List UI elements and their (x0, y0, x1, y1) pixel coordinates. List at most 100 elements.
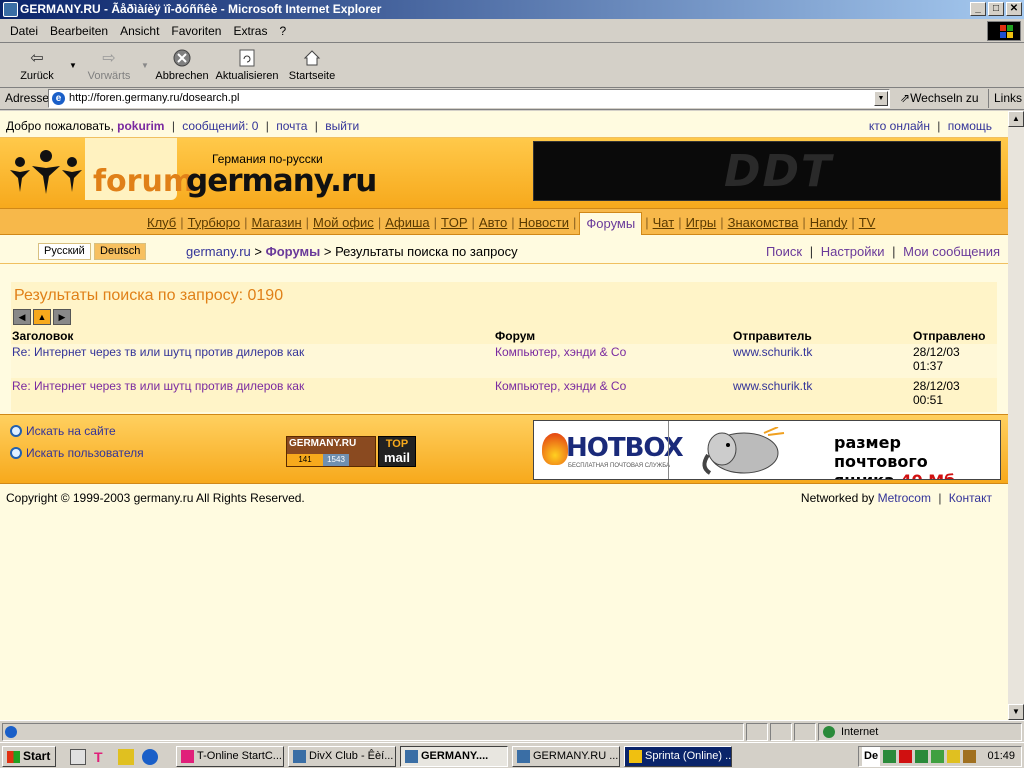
prev-page-button[interactable]: ◀ (13, 309, 31, 325)
task-tonline[interactable]: T-Online StartC... (176, 746, 284, 767)
links-button[interactable]: Links (988, 89, 1022, 108)
quicklaunch-app-icon[interactable] (118, 749, 134, 765)
lang-german-button[interactable]: Deutsch (94, 243, 147, 260)
result-sender-link[interactable]: www.schurik.tk (733, 379, 812, 393)
tray-icon[interactable] (915, 750, 928, 763)
nav-item[interactable]: Магазин (250, 215, 302, 230)
vertical-scrollbar[interactable]: ▲ ▼ (1008, 111, 1024, 720)
username-link[interactable]: pokurim (117, 119, 164, 133)
status-bar: Internet (0, 720, 1024, 742)
nav-item[interactable]: Форумы (579, 212, 643, 236)
close-button[interactable]: ✕ (1006, 2, 1022, 16)
hotbox-banner[interactable]: HOTBOX БЕСПЛАТНАЯ ПОЧТОВАЯ СЛУЖБА размер… (533, 420, 1001, 480)
contact-link[interactable]: Контакт (949, 491, 992, 505)
menu-extras[interactable]: Extras (227, 24, 273, 38)
refresh-button[interactable]: Aktualisieren (212, 44, 282, 86)
tray-icon[interactable] (883, 750, 896, 763)
my-messages-link[interactable]: Мои сообщения (903, 244, 1000, 259)
task-label: GERMANY.... (421, 750, 489, 762)
help-link[interactable]: помощь (948, 119, 992, 133)
top-mail-badge[interactable]: TOP mail (378, 436, 416, 467)
mail-link[interactable]: почта (276, 119, 307, 133)
breadcrumb: germany.ru > Форумы > Результаты поиска … (186, 244, 518, 259)
nav-item[interactable]: Афиша (384, 215, 430, 230)
search-link[interactable]: Поиск (766, 244, 802, 259)
tray-icon[interactable] (931, 750, 944, 763)
scroll-up-button[interactable]: ▲ (1008, 111, 1024, 127)
quicklaunch-tonline-icon[interactable]: T (94, 749, 110, 765)
quicklaunch-ie-icon[interactable] (142, 749, 158, 765)
result-subject-link[interactable]: Re: Интернет через тв или шутц против ди… (12, 345, 304, 359)
nav-item[interactable]: Новости (518, 215, 570, 230)
nav-item[interactable]: TV (858, 215, 877, 230)
settings-link[interactable]: Настройки (821, 244, 885, 259)
counter-value-a: 141 (287, 454, 323, 466)
go-button[interactable]: ⇗Wechseln zu (900, 91, 979, 105)
nav-item[interactable]: Знакомства (727, 215, 800, 230)
metrocom-link[interactable]: Metrocom (878, 491, 931, 505)
germany-counter-badge[interactable]: GERMANY.RU 141 1543 (286, 436, 376, 467)
nav-separator: | (572, 214, 577, 230)
stop-button[interactable]: Abbrechen (152, 44, 212, 86)
next-page-button[interactable]: ▶ (53, 309, 71, 325)
search-site-link[interactable]: Искать на сайте (10, 424, 116, 438)
quicklaunch-desktop-icon[interactable] (70, 749, 86, 765)
result-sender-link[interactable]: www.schurik.tk (733, 345, 812, 359)
nav-item[interactable]: Handy (809, 215, 849, 230)
forward-button[interactable]: ⇨ Vorwärts (80, 44, 138, 86)
menu-bearbeiten[interactable]: Bearbeiten (44, 24, 114, 38)
nav-item[interactable]: Игры (685, 215, 718, 230)
language-indicator[interactable]: De (862, 747, 881, 766)
who-online-link[interactable]: кто онлайн (869, 119, 930, 133)
nav-item[interactable]: TOP (440, 215, 469, 230)
menu-ansicht[interactable]: Ansicht (114, 24, 165, 38)
address-dropdown-button[interactable]: ▼ (874, 91, 888, 106)
home-icon (302, 49, 322, 67)
home-button[interactable]: Startseite (282, 44, 342, 86)
task-germany-active[interactable]: GERMANY.... (400, 746, 508, 767)
lang-russian-button[interactable]: Русский (38, 243, 91, 260)
separator: | (314, 119, 318, 133)
nav-item[interactable]: Чат (652, 215, 676, 230)
menu-favoriten[interactable]: Favoriten (165, 24, 227, 38)
task-sprinta[interactable]: Sprinta (Online) ... (624, 746, 732, 767)
hotbox-line2: ящика (834, 471, 895, 479)
logout-link[interactable]: выйти (325, 119, 359, 133)
minimize-button[interactable]: _ (970, 2, 986, 16)
result-subject-link[interactable]: Re: Интернет через тв или шутц против ди… (12, 379, 304, 393)
nav-item[interactable]: Турбюро (187, 215, 241, 230)
ddt-banner[interactable]: DDT (533, 141, 1001, 201)
nav-separator: | (180, 214, 184, 230)
messages-link[interactable]: сообщений: 0 (182, 119, 258, 133)
nav-separator: | (851, 214, 855, 230)
breadcrumb-forums[interactable]: Форумы (266, 244, 321, 259)
nav-item[interactable]: Авто (478, 215, 508, 230)
tray-icon[interactable] (947, 750, 960, 763)
scroll-down-button[interactable]: ▼ (1008, 704, 1024, 720)
window-controls: _ □ ✕ (970, 2, 1022, 16)
site-name[interactable]: germany.ru (186, 163, 377, 199)
table-row: Re: Интернет через тв или шутц против ди… (11, 344, 997, 378)
result-date-value: 28/12/03 (913, 345, 960, 359)
forum-logo[interactable]: forum (85, 138, 194, 200)
task-germany[interactable]: GERMANY.RU ... (512, 746, 620, 767)
breadcrumb-root[interactable]: germany.ru (186, 244, 251, 259)
menu-help[interactable]: ? (273, 24, 292, 38)
back-dropdown-button[interactable]: ▼ (66, 44, 80, 86)
results-header-row: Заголовок Форум Отправитель Отправлено (11, 328, 997, 344)
back-button[interactable]: ⇦ Zurück (8, 44, 66, 86)
search-user-link[interactable]: Искать пользователя (10, 446, 144, 460)
forward-dropdown-button[interactable]: ▼ (138, 44, 152, 86)
nav-item[interactable]: Клуб (146, 215, 177, 230)
nav-item[interactable]: Мой офис (312, 215, 375, 230)
result-forum-link[interactable]: Компьютер, хэнди & Co (495, 345, 626, 359)
maximize-button[interactable]: □ (988, 2, 1004, 16)
address-input[interactable]: e http://foren.germany.ru/dosearch.pl ▼ (48, 89, 890, 108)
task-divx[interactable]: DivX Club - Êèí... (288, 746, 396, 767)
tray-icon[interactable] (899, 750, 912, 763)
menu-datei[interactable]: Datei (4, 24, 44, 38)
tray-icon[interactable] (963, 750, 976, 763)
result-forum-link[interactable]: Компьютер, хэнди & Co (495, 379, 626, 393)
start-button[interactable]: Start (2, 746, 56, 767)
up-button[interactable]: ▲ (33, 309, 51, 325)
